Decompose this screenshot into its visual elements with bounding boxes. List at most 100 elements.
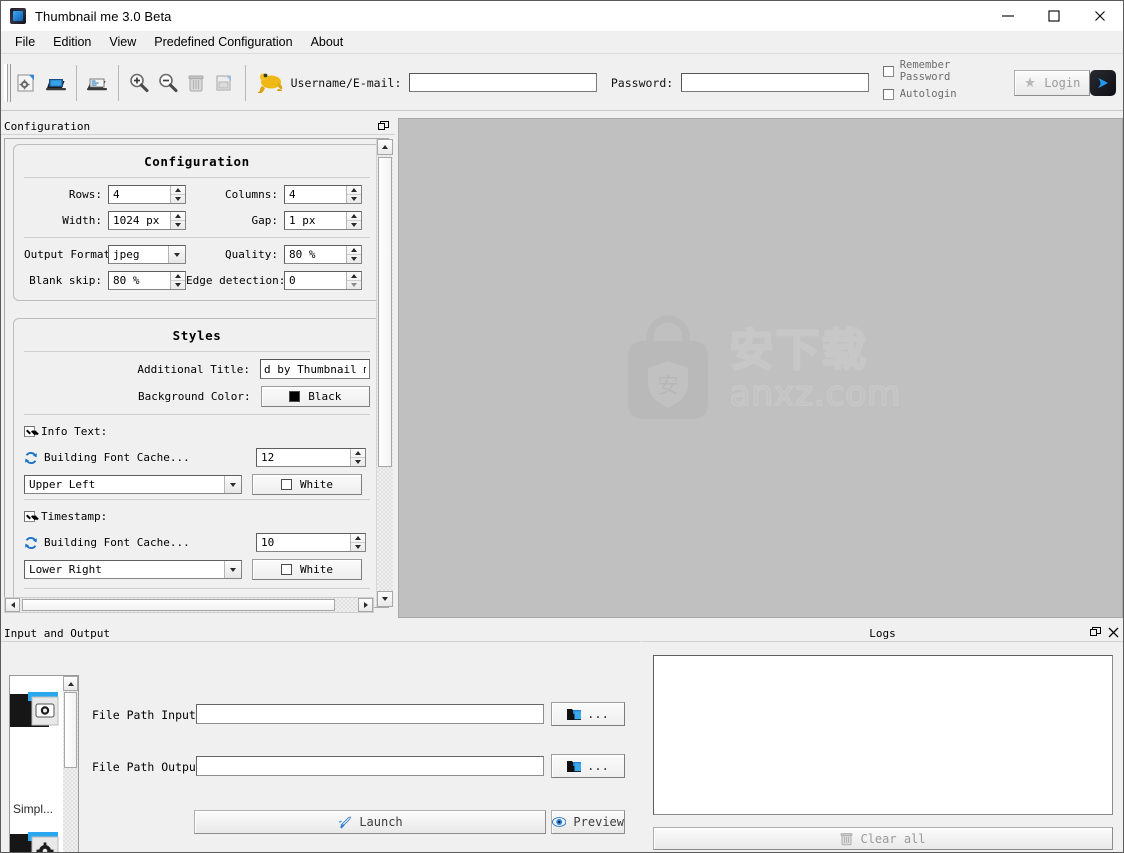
timestamp-size-arrows[interactable]: [350, 534, 365, 551]
info-text-color-button[interactable]: White: [252, 474, 362, 495]
blank-skip-down-arrow-icon[interactable]: [171, 281, 185, 289]
output-format-select[interactable]: jpeg: [108, 245, 186, 264]
file-path-output[interactable]: [196, 756, 544, 776]
quality-stepper[interactable]: 80 %: [284, 245, 362, 264]
thumbnail-list-scrollbar[interactable]: [63, 676, 78, 852]
thumbnail-scroll-thumb[interactable]: [64, 692, 77, 768]
print-icon[interactable]: [211, 66, 240, 100]
maximize-icon[interactable]: [1031, 1, 1077, 31]
scroll-up-arrow-icon[interactable]: [63, 676, 78, 691]
autologin-box[interactable]: [882, 88, 894, 100]
gap-stepper-arrows[interactable]: [346, 212, 361, 229]
login-button[interactable]: Login: [1013, 69, 1090, 96]
float-panel-icon[interactable]: [1090, 627, 1101, 641]
blank-skip-stepper-arrows[interactable]: [170, 272, 185, 289]
timestamp-position-select[interactable]: Lower Right: [24, 560, 242, 579]
gap-stepper[interactable]: 1 px: [284, 211, 362, 230]
timestamp-size-stepper[interactable]: 10: [256, 533, 366, 552]
remember-password-checkbox[interactable]: Remember Password: [882, 59, 1002, 83]
preview-area[interactable]: 安 安下载 anxz.com: [398, 118, 1123, 618]
columns-stepper[interactable]: 4: [284, 185, 362, 204]
scroll-up-arrow-icon[interactable]: [377, 139, 393, 155]
gap-down-arrow-icon[interactable]: [347, 221, 361, 229]
settings-disk-icon[interactable]: [13, 66, 42, 100]
list-item[interactable]: [10, 676, 63, 746]
menu-item-edition[interactable]: Edition: [45, 33, 99, 51]
open-folder-icon[interactable]: [41, 66, 70, 100]
info-text-size-value[interactable]: 12: [257, 449, 350, 466]
vertical-scroll-thumb[interactable]: [378, 157, 392, 467]
width-value[interactable]: 1024 px: [109, 212, 170, 229]
width-up-arrow-icon[interactable]: [171, 212, 185, 221]
info-text-size-stepper[interactable]: 12: [256, 448, 366, 467]
remember-password-box[interactable]: [882, 65, 894, 77]
chevron-down-icon[interactable]: [224, 476, 241, 493]
edge-detection-up-arrow-icon[interactable]: [347, 272, 361, 281]
background-color-button[interactable]: Black: [260, 386, 370, 407]
columns-down-arrow-icon[interactable]: [347, 195, 361, 203]
quality-down-arrow-icon[interactable]: [347, 255, 361, 263]
launch-button[interactable]: Launch: [194, 810, 546, 834]
columns-value[interactable]: 4: [285, 186, 346, 203]
info-text-size-down-arrow-icon[interactable]: [351, 458, 365, 466]
info-text-size-up-arrow-icon[interactable]: [351, 449, 365, 458]
scroll-down-arrow-icon[interactable]: [377, 591, 393, 607]
configuration-vertical-scrollbar[interactable]: [376, 139, 393, 607]
browse-output-button[interactable]: ...: [551, 754, 625, 778]
float-panel-icon[interactable]: [377, 120, 389, 132]
log-output[interactable]: [653, 655, 1113, 815]
horizontal-scroll-thumb[interactable]: [22, 599, 335, 611]
menu-item-about[interactable]: About: [303, 33, 352, 51]
blank-skip-stepper[interactable]: 80 %: [108, 271, 186, 290]
save-icon[interactable]: [83, 66, 112, 100]
info-text-size-arrows[interactable]: [350, 449, 365, 466]
timestamp-checkbox[interactable]: Timestamp:: [24, 507, 370, 525]
close-icon[interactable]: [1077, 1, 1123, 31]
timestamp-box[interactable]: [24, 510, 35, 522]
edge-detection-stepper-arrows[interactable]: [346, 272, 361, 289]
blank-skip-up-arrow-icon[interactable]: [171, 272, 185, 281]
scroll-left-arrow-icon[interactable]: [5, 598, 20, 612]
quality-up-arrow-icon[interactable]: [347, 246, 361, 255]
width-stepper[interactable]: 1024 px: [108, 211, 186, 230]
minimize-icon[interactable]: [985, 1, 1031, 31]
columns-stepper-arrows[interactable]: [346, 186, 361, 203]
configuration-horizontal-scrollbar[interactable]: [4, 597, 374, 613]
edge-detection-down-arrow-icon[interactable]: [347, 281, 361, 289]
quality-value[interactable]: 80 %: [285, 246, 346, 263]
columns-up-arrow-icon[interactable]: [347, 186, 361, 195]
quality-stepper-arrows[interactable]: [346, 246, 361, 263]
refresh-icon[interactable]: [24, 451, 38, 465]
close-panel-icon[interactable]: [1108, 627, 1119, 641]
gap-value[interactable]: 1 px: [285, 212, 346, 229]
rows-up-arrow-icon[interactable]: [171, 186, 185, 195]
gap-up-arrow-icon[interactable]: [347, 212, 361, 221]
timestamp-color-button[interactable]: White: [252, 559, 362, 580]
rows-stepper[interactable]: 4: [108, 185, 186, 204]
thumbnail-list[interactable]: Simpl...: [9, 675, 79, 852]
edge-detection-value[interactable]: 0: [285, 272, 346, 289]
menu-item-predefined-configuration[interactable]: Predefined Configuration: [146, 33, 300, 51]
info-text-box[interactable]: [24, 425, 35, 437]
rows-stepper-arrows[interactable]: [170, 186, 185, 203]
info-text-checkbox[interactable]: Info Text:: [24, 422, 370, 440]
zoom-out-icon[interactable]: [153, 66, 182, 100]
file-path-input[interactable]: [196, 704, 544, 724]
rows-value[interactable]: 4: [109, 186, 170, 203]
toolbar-grip[interactable]: [4, 63, 11, 102]
preview-button[interactable]: Preview: [551, 810, 625, 834]
timestamp-size-value[interactable]: 10: [257, 534, 350, 551]
width-down-arrow-icon[interactable]: [171, 221, 185, 229]
chevron-down-icon[interactable]: [168, 246, 185, 263]
list-item[interactable]: [10, 820, 63, 852]
width-stepper-arrows[interactable]: [170, 212, 185, 229]
additional-title-input[interactable]: [260, 359, 370, 379]
timestamp-size-up-arrow-icon[interactable]: [351, 534, 365, 543]
menu-item-view[interactable]: View: [101, 33, 144, 51]
refresh-icon[interactable]: [24, 536, 38, 550]
scroll-right-arrow-icon[interactable]: [358, 598, 373, 612]
menu-item-file[interactable]: File: [7, 33, 43, 51]
browse-input-button[interactable]: ...: [551, 702, 625, 726]
username-input[interactable]: [409, 73, 597, 92]
zoom-in-icon[interactable]: [125, 66, 154, 100]
